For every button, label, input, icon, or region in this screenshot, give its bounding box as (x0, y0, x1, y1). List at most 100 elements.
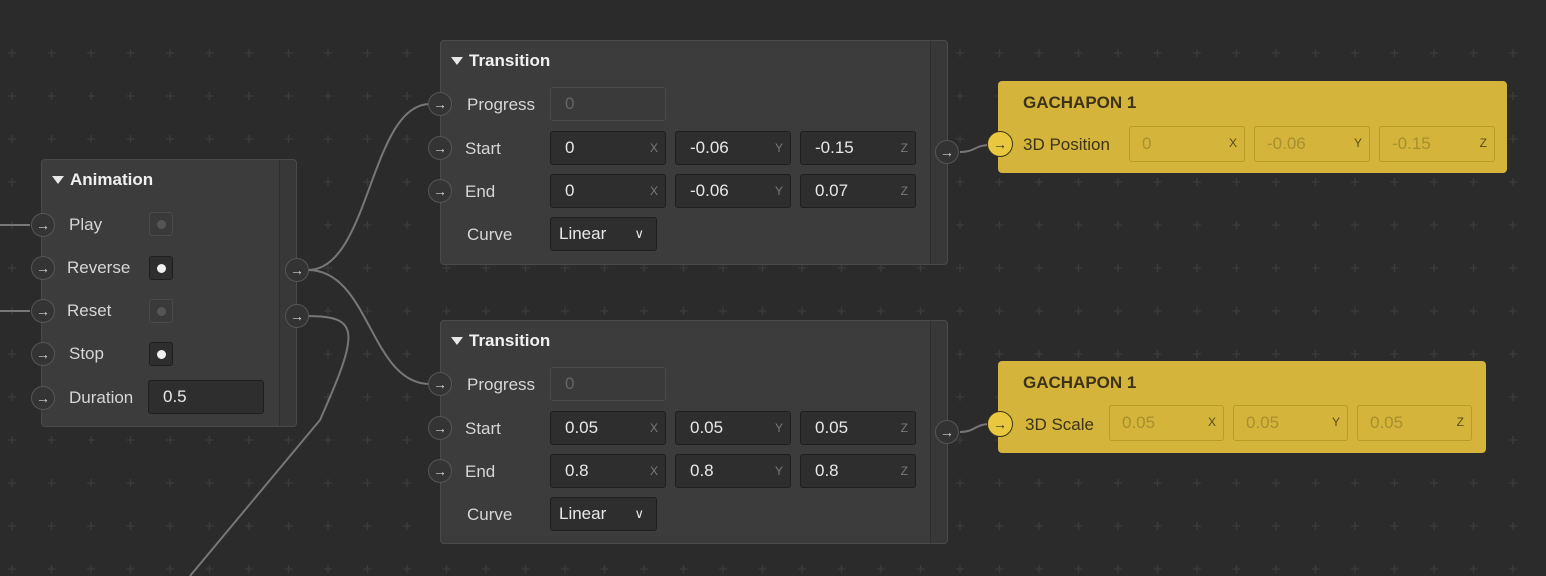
scale-y-field[interactable]: 0.05 Y (1233, 405, 1348, 441)
reset-checkbox[interactable] (149, 299, 173, 323)
t1-progress-port[interactable]: → (428, 92, 452, 116)
duration-field[interactable]: 0.5 (148, 380, 264, 414)
t2-curve-select[interactable]: Linear ∨ (550, 497, 657, 531)
reset-input-port[interactable]: → (31, 299, 55, 323)
reverse-checkbox[interactable] (149, 256, 173, 280)
axis-z: Z (900, 141, 908, 155)
scale-x-value: 0.05 (1122, 413, 1156, 432)
t2-curve-label: Curve (467, 505, 513, 524)
scale-z-field[interactable]: 0.05 Z (1357, 405, 1472, 441)
t1-start-y-value: -0.06 (690, 138, 729, 157)
triangle-down-icon[interactable] (451, 337, 463, 345)
arrow-right-icon: → (290, 308, 304, 324)
stop-input-port[interactable]: → (31, 342, 55, 366)
arrow-right-icon: → (433, 140, 447, 156)
arrow-right-icon: → (433, 96, 447, 112)
t2-progress-field[interactable]: 0 (550, 367, 666, 401)
scale-z-value: 0.05 (1370, 413, 1404, 432)
chevron-down-icon: ∨ (634, 226, 644, 241)
t1-curve-select[interactable]: Linear ∨ (550, 217, 657, 251)
t1-output-port[interactable]: → (935, 140, 959, 164)
duration-input-port[interactable]: → (31, 386, 55, 410)
t2-start-y-value: 0.05 (690, 418, 724, 437)
scale-x-field[interactable]: 0.05 X (1109, 405, 1224, 441)
t1-curve-label: Curve (467, 225, 513, 244)
stop-label: Stop (69, 344, 104, 363)
t1-start-y[interactable]: -0.06 Y (675, 131, 791, 165)
axis-y: Y (1331, 415, 1340, 429)
t1-end-y-value: -0.06 (690, 181, 729, 200)
animation-output-port-1[interactable]: → (285, 258, 309, 282)
axis-y: Y (774, 464, 783, 478)
gachapon-scale-node[interactable]: GACHAPON 1 3D Scale 0.05 X 0.05 Y 0.05 Z (998, 361, 1486, 453)
t2-output-port[interactable]: → (935, 420, 959, 444)
axis-y: Y (1353, 136, 1362, 150)
reverse-label: Reverse (67, 258, 131, 277)
t2-end-z[interactable]: 0.8 Z (800, 454, 916, 488)
t2-start-y[interactable]: 0.05 Y (675, 411, 791, 445)
scale-input-port[interactable]: → (987, 411, 1013, 437)
axis-z: Z (900, 421, 908, 435)
t2-start-z[interactable]: 0.05 Z (800, 411, 916, 445)
t1-end-y[interactable]: -0.06 Y (675, 174, 791, 208)
axis-x: X (649, 421, 658, 435)
transition-node-2-header[interactable]: Transition (451, 331, 550, 351)
t2-end-label: End (465, 462, 496, 481)
t1-start-x-value: 0 (565, 138, 575, 157)
triangle-down-icon[interactable] (451, 57, 463, 65)
axis-z: Z (1479, 136, 1487, 150)
arrow-right-icon: → (36, 303, 50, 319)
t2-end-y[interactable]: 0.8 Y (675, 454, 791, 488)
position-input-port[interactable]: → (987, 131, 1013, 157)
reset-label: Reset (67, 301, 112, 320)
arrow-right-icon: → (36, 346, 50, 362)
t2-end-x[interactable]: 0.8 X (550, 454, 666, 488)
transition-node-1-header[interactable]: Transition (451, 51, 550, 71)
t1-start-x[interactable]: 0X (550, 131, 666, 165)
play-input-port[interactable]: → (31, 213, 55, 237)
arrow-right-icon: → (290, 262, 304, 278)
triangle-down-icon[interactable] (52, 176, 64, 184)
axis-z: Z (900, 464, 908, 478)
t2-end-port[interactable]: → (428, 459, 452, 483)
gachapon-position-title: GACHAPON 1 (1023, 93, 1137, 112)
animation-node-header[interactable]: Animation (52, 170, 153, 190)
t1-progress-field[interactable]: 0 (550, 87, 666, 121)
arrow-right-icon: → (993, 136, 1007, 152)
duration-label: Duration (69, 388, 134, 407)
play-checkbox[interactable] (149, 212, 173, 236)
arrow-right-icon: → (993, 416, 1007, 432)
reverse-input-port[interactable]: → (31, 256, 55, 280)
t1-start-z-value: -0.15 (815, 138, 854, 157)
position-y-field[interactable]: -0.06 Y (1254, 126, 1370, 162)
t1-start-port[interactable]: → (428, 136, 452, 160)
t2-progress-label: Progress (467, 375, 536, 394)
t2-start-port[interactable]: → (428, 416, 452, 440)
animation-node-title: Animation (70, 170, 154, 189)
t2-start-label: Start (465, 419, 501, 438)
t2-progress-port[interactable]: → (428, 372, 452, 396)
t2-start-z-value: 0.05 (815, 418, 849, 437)
t1-end-port[interactable]: → (428, 179, 452, 203)
t2-curve-value: Linear (559, 504, 607, 523)
axis-x: X (649, 141, 658, 155)
t2-end-z-value: 0.8 (815, 461, 839, 480)
t2-start-x[interactable]: 0.05 X (550, 411, 666, 445)
axis-x: X (649, 464, 658, 478)
arrow-right-icon: → (36, 217, 50, 233)
axis-y: Y (774, 421, 783, 435)
axis-y: Y (774, 141, 783, 155)
t1-end-z[interactable]: 0.07 Z (800, 174, 916, 208)
t1-start-label: Start (465, 139, 501, 158)
position-x-field[interactable]: 0X (1129, 126, 1245, 162)
scale-y-value: 0.05 (1246, 413, 1280, 432)
transition-node-1-title: Transition (469, 51, 551, 70)
arrow-right-icon: → (940, 424, 954, 440)
t1-end-x[interactable]: 0X (550, 174, 666, 208)
stop-checkbox[interactable] (149, 342, 173, 366)
t1-start-z[interactable]: -0.15 Z (800, 131, 916, 165)
arrow-right-icon: → (433, 463, 447, 479)
animation-output-port-2[interactable]: → (285, 304, 309, 328)
position-z-field[interactable]: -0.15 Z (1379, 126, 1495, 162)
gachapon-position-node[interactable]: GACHAPON 1 3D Position 0X -0.06 Y -0.15 Z (998, 81, 1507, 173)
